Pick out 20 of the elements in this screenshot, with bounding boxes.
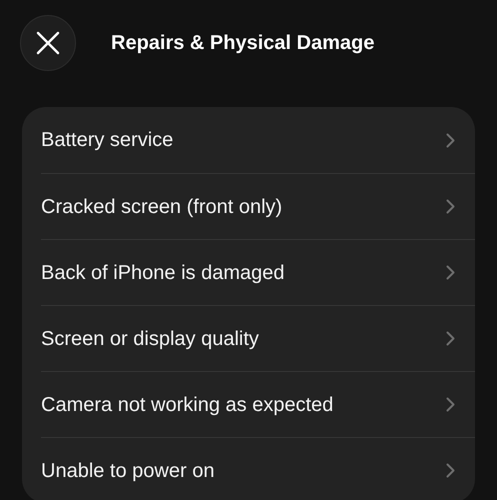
chevron-icon: [446, 331, 455, 346]
option-label: Camera not working as expected: [41, 392, 334, 418]
option-label: Screen or display quality: [41, 326, 259, 352]
chevron-icon: [446, 265, 455, 280]
option-row[interactable]: Cracked screen (front only): [41, 173, 475, 239]
option-label: Cracked screen (front only): [41, 194, 282, 220]
chevron-icon: [446, 132, 455, 148]
chevron-icon: [446, 397, 455, 412]
screen-title: Repairs & Physical Damage: [111, 31, 374, 56]
option-label: Battery service: [41, 128, 174, 153]
option-row[interactable]: Back of iPhone is damaged: [41, 239, 475, 305]
option-row[interactable]: Camera not working as expected: [41, 371, 475, 437]
option-label: Unable to power on: [41, 458, 214, 484]
option-row[interactable]: Unable to power on: [41, 437, 475, 500]
chevron-icon: [446, 199, 455, 214]
option-label: Back of iPhone is damaged: [41, 260, 284, 286]
option-row[interactable]: Screen or display quality: [41, 305, 475, 371]
close-icon: [36, 31, 60, 55]
option-row[interactable]: Battery service: [41, 107, 475, 173]
chevron-icon: [446, 463, 455, 478]
